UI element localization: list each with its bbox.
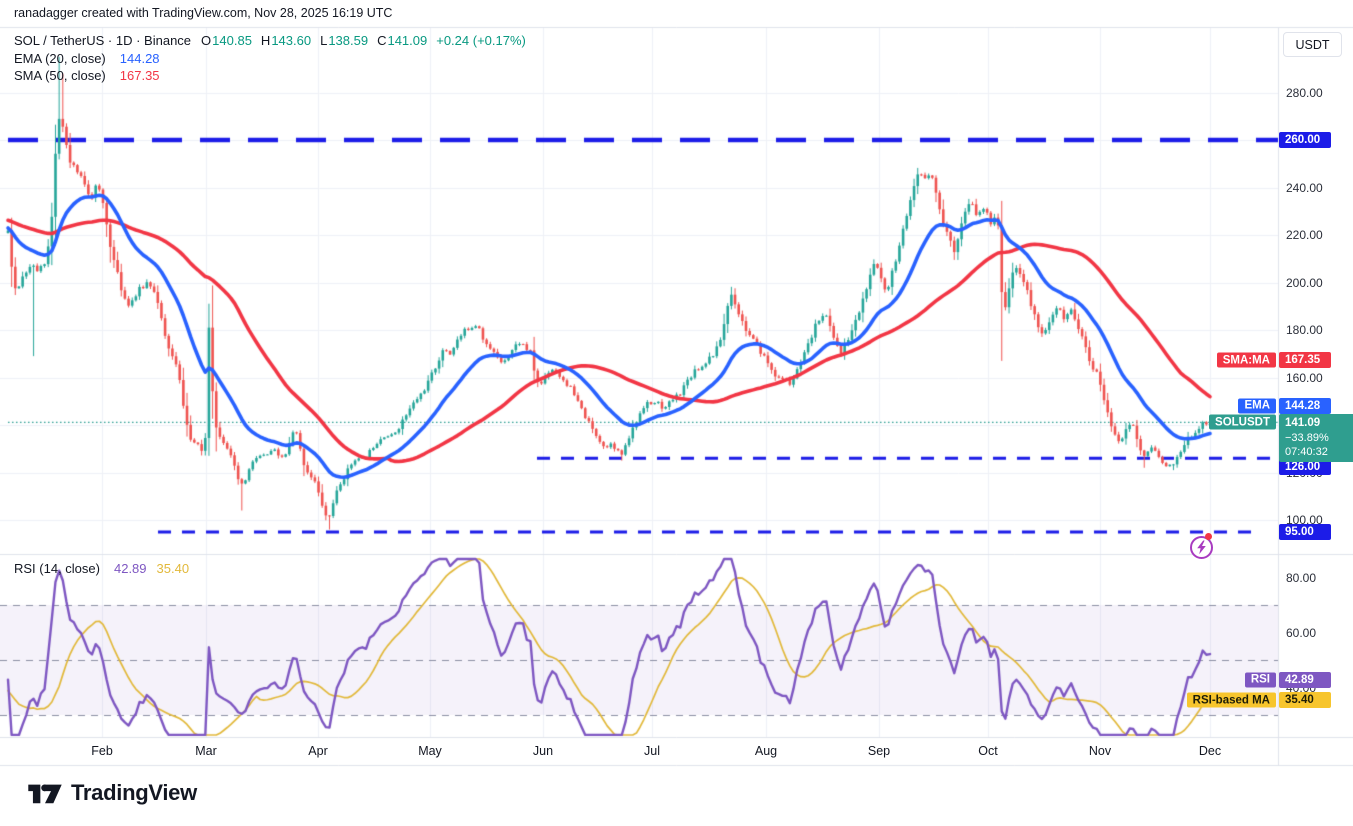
tradingview-wordmark: TradingView (71, 780, 197, 806)
open-value: 140.85 (212, 33, 252, 48)
last-price-badge: 141.09 −33.89% 07:40:32 (1279, 414, 1353, 462)
symbol-legend-row[interactable]: SOL / TetherUS · 1D · Binance O140.85 H143… (14, 33, 530, 48)
notification-dot (1205, 533, 1212, 540)
sma-tag: SMA:MA (1217, 353, 1276, 368)
ema-value-badge: 144.28 (1279, 398, 1331, 414)
time-axis[interactable] (0, 738, 1278, 766)
low-value: 138.59 (328, 33, 368, 48)
price-tick-label: 200.00 (1286, 276, 1323, 290)
price-tick-label: 220.00 (1286, 228, 1323, 242)
tradingview-logo[interactable]: TradingView (28, 780, 197, 806)
last-price-value: 141.09 (1285, 416, 1351, 431)
month-label: Oct (978, 744, 997, 758)
rsi-tick-label: 80.00 (1286, 571, 1316, 585)
month-label: Sep (868, 744, 890, 758)
tradingview-chart-page: ranadagger created with TradingView.com,… (0, 0, 1353, 826)
bar-countdown: 07:40:32 (1285, 445, 1351, 460)
price-tick-label: 240.00 (1286, 181, 1323, 195)
sma-legend-row[interactable]: SMA (50, close) 167.35 (14, 68, 164, 83)
month-label: Aug (755, 744, 777, 758)
ema-legend-value: 144.28 (120, 51, 160, 66)
rsi-ma-legend-value: 35.40 (157, 561, 190, 576)
symbol-title: SOL / TetherUS · 1D · Binance (14, 33, 191, 48)
sma-value-badge: 167.35 (1279, 352, 1331, 368)
rsi-ma-value-badge: 35.40 (1279, 692, 1331, 708)
symbol-tag: SOLUSDT (1209, 415, 1276, 430)
month-label: Mar (195, 744, 217, 758)
rsi-legend-value: 42.89 (114, 561, 147, 576)
rsi-tag: RSI (1245, 672, 1276, 687)
low-label: L (320, 33, 327, 48)
change-value: +0.24 (+0.17%) (436, 33, 526, 48)
price-tick-label: 280.00 (1286, 86, 1323, 100)
attribution-text: ranadagger created with TradingView.com,… (14, 6, 392, 20)
ema-tag: EMA (1238, 398, 1276, 413)
price-tick-label: 180.00 (1286, 323, 1323, 337)
month-label: Jun (533, 744, 553, 758)
ema-legend-row[interactable]: EMA (20, close) 144.28 (14, 51, 164, 66)
rsi-legend-label: RSI (14, close) (14, 561, 100, 576)
rsi-ma-tag: RSI-based MA (1187, 693, 1276, 708)
open-label: O (201, 33, 211, 48)
rsi-value-badge: 42.89 (1279, 672, 1331, 688)
sma-legend-label: SMA (50, close) (14, 68, 106, 83)
lightning-icon (1195, 540, 1208, 555)
tradingview-mark-icon (28, 780, 62, 806)
rsi-tick-label: 60.00 (1286, 626, 1316, 640)
sma-legend-value: 167.35 (120, 68, 160, 83)
month-label: Feb (91, 744, 113, 758)
high-label: H (261, 33, 270, 48)
level-126-badge: 126.00 (1279, 459, 1331, 475)
level-95-badge: 95.00 (1279, 524, 1331, 540)
last-price-change: −33.89% (1285, 431, 1351, 446)
month-label: Nov (1089, 744, 1111, 758)
rsi-legend-row[interactable]: RSI (14, close) 42.89 35.40 (14, 561, 193, 576)
close-value: 141.09 (387, 33, 427, 48)
currency-button[interactable]: USDT (1283, 32, 1342, 57)
month-label: Jul (644, 744, 660, 758)
chart-canvas[interactable] (0, 0, 1353, 826)
month-label: Dec (1199, 744, 1221, 758)
month-label: Apr (308, 744, 327, 758)
ema-legend-label: EMA (20, close) (14, 51, 106, 66)
month-label: May (418, 744, 442, 758)
price-tick-label: 160.00 (1286, 371, 1323, 385)
high-value: 143.60 (271, 33, 311, 48)
level-260-badge: 260.00 (1279, 132, 1331, 148)
close-label: C (377, 33, 386, 48)
